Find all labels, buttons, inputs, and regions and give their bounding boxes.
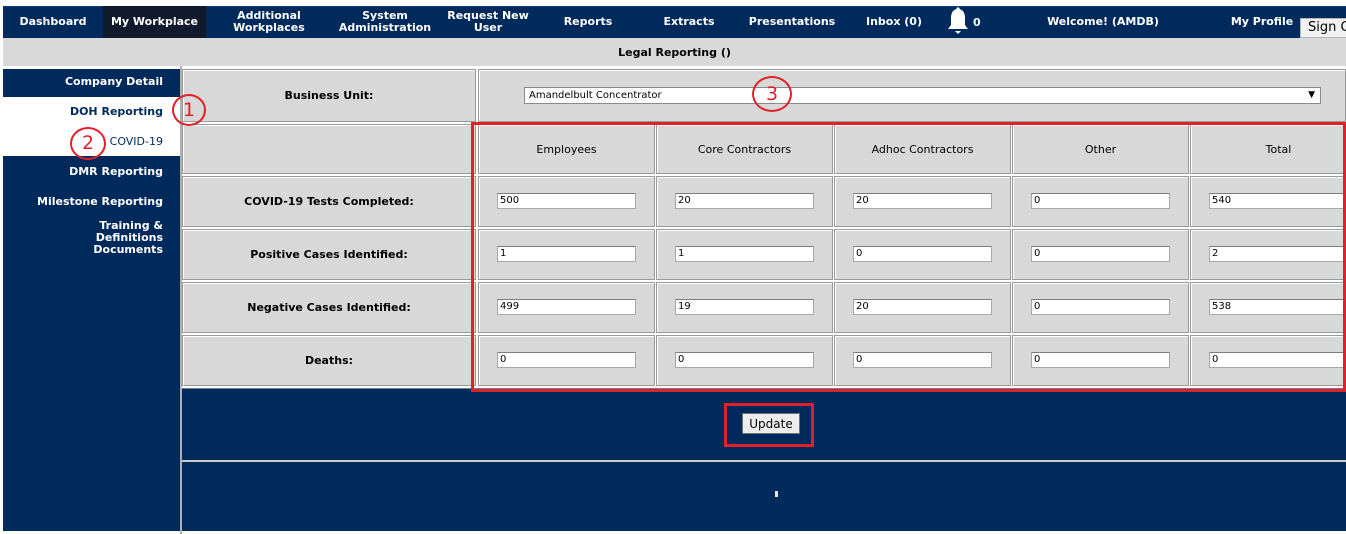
sidebar-item-dmr-reporting[interactable]: DMR Reporting	[3, 166, 180, 178]
dropdown-arrow-icon: ▼	[1308, 90, 1315, 100]
bell-icon[interactable]	[945, 6, 971, 38]
nav-dashboard[interactable]: Dashboard	[3, 6, 103, 38]
top-navigation: Dashboard My Workplace Additional Workpl…	[0, 0, 1346, 38]
footer-marker	[775, 491, 778, 497]
row-label-deaths: Deaths:	[304, 354, 354, 367]
sidebar-item-milestone-reporting[interactable]: Milestone Reporting	[3, 196, 180, 208]
business-unit-value: Amandelbult Concentrator	[529, 90, 662, 101]
annotation-highlight-table	[471, 122, 1346, 392]
nav-my-workplace[interactable]: My Workplace	[103, 6, 206, 38]
row-label-tests-completed: COVID-19 Tests Completed:	[244, 195, 414, 208]
business-unit-label: Business Unit:	[284, 89, 374, 102]
annotation-circle-2: 2	[70, 127, 106, 160]
sidebar-item-doh-reporting[interactable]: DOH Reporting	[3, 97, 180, 126]
annotation-highlight-update	[724, 403, 814, 447]
annotation-circle-1: 1	[172, 94, 206, 126]
sidebar-item-company-detail[interactable]: Company Detail	[3, 76, 180, 88]
annotation-circle-3: 3	[752, 76, 792, 112]
nav-reports[interactable]: Reports	[556, 6, 620, 38]
nav-request-new-user[interactable]: Request New User	[446, 6, 530, 38]
nav-presentations[interactable]: Presentations	[746, 6, 838, 38]
sign-out-button[interactable]: Sign C	[1300, 18, 1346, 38]
header-corner-cell	[182, 124, 476, 174]
notification-count: 0	[973, 15, 981, 29]
nav-inbox[interactable]: Inbox (0)	[861, 6, 927, 38]
nav-extracts[interactable]: Extracts	[655, 6, 723, 38]
nav-system-administration[interactable]: System Administration	[336, 6, 434, 38]
footer-panel	[182, 460, 1346, 531]
nav-welcome: Welcome! (AMDB)	[1047, 15, 1159, 28]
nav-my-profile[interactable]: My Profile	[1226, 6, 1298, 38]
page-title-bar: Legal Reporting ()	[3, 38, 1346, 66]
page-title: Legal Reporting ()	[618, 45, 731, 59]
nav-additional-workplaces[interactable]: Additional Workplaces	[225, 6, 313, 38]
row-label-negative-cases: Negative Cases Identified:	[247, 301, 411, 314]
row-label-positive-cases: Positive Cases Identified:	[250, 248, 408, 261]
business-unit-select[interactable]: Amandelbult Concentrator ▼	[524, 87, 1321, 104]
sidebar-item-training-definitions[interactable]: Training & Definitions Documents	[3, 220, 180, 256]
